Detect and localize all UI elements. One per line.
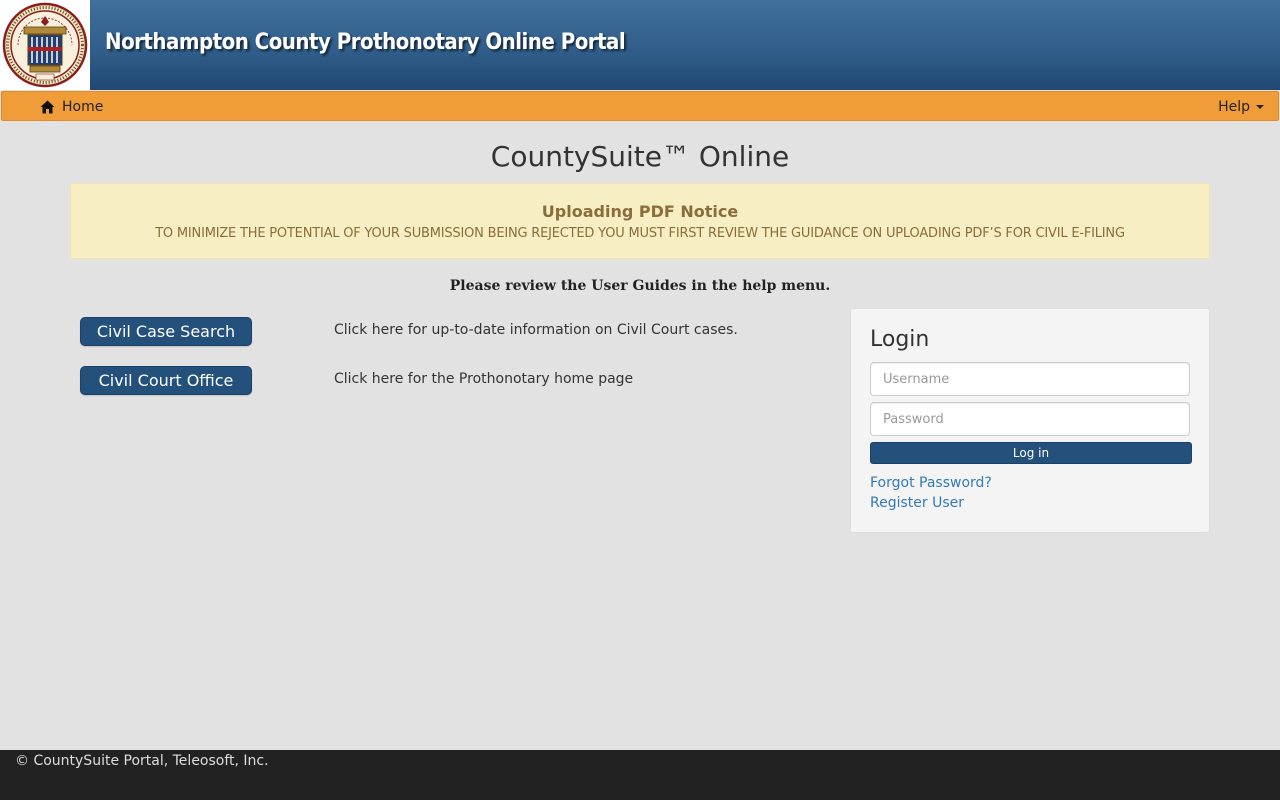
site-footer: © CountySuite Portal, Teleosoft, Inc. bbox=[0, 750, 1280, 800]
login-submit-button[interactable]: Log in bbox=[870, 442, 1192, 464]
home-icon bbox=[40, 100, 55, 114]
county-seal-logo[interactable] bbox=[0, 0, 90, 90]
civil-case-search-description: Click here for up-to-date information on… bbox=[334, 322, 738, 338]
caret-down-icon bbox=[1256, 105, 1264, 109]
register-user-link[interactable]: Register User bbox=[870, 495, 964, 511]
nav-home-link[interactable]: Home bbox=[40, 97, 103, 117]
civil-court-office-button[interactable]: Civil Court Office bbox=[80, 366, 252, 395]
notice-text: TO MINIMIZE THE POTENTIAL OF YOUR SUBMIS… bbox=[155, 226, 1125, 241]
notice-title: Uploading PDF Notice bbox=[541, 202, 739, 221]
main-navbar: Home Help bbox=[1, 91, 1279, 121]
forgot-password-link[interactable]: Forgot Password? bbox=[870, 475, 992, 491]
login-heading: Login bbox=[870, 327, 930, 352]
username-input[interactable] bbox=[870, 362, 1190, 396]
nav-help-dropdown[interactable]: Help bbox=[1218, 97, 1264, 117]
pdf-notice-alert: Uploading PDF Notice TO MINIMIZE THE POT… bbox=[70, 183, 1210, 259]
site-header: Northampton County Prothonotary Online P… bbox=[0, 0, 1280, 90]
civil-court-office-description: Click here for the Prothonotary home pag… bbox=[334, 371, 634, 387]
user-guide-note: Please review the User Guides in the hel… bbox=[449, 278, 831, 294]
login-panel: Login Log in Forgot Password? Register U… bbox=[850, 308, 1210, 533]
county-seal-icon bbox=[2, 2, 88, 88]
footer-copyright: © CountySuite Portal, Teleosoft, Inc. bbox=[15, 753, 269, 769]
site-title: Northampton County Prothonotary Online P… bbox=[105, 30, 626, 55]
nav-help-label: Help bbox=[1218, 99, 1250, 115]
password-input[interactable] bbox=[870, 402, 1190, 436]
civil-case-search-button[interactable]: Civil Case Search bbox=[80, 317, 252, 346]
page-title: CountySuite™ Online bbox=[490, 140, 790, 173]
nav-home-label: Home bbox=[62, 99, 104, 115]
